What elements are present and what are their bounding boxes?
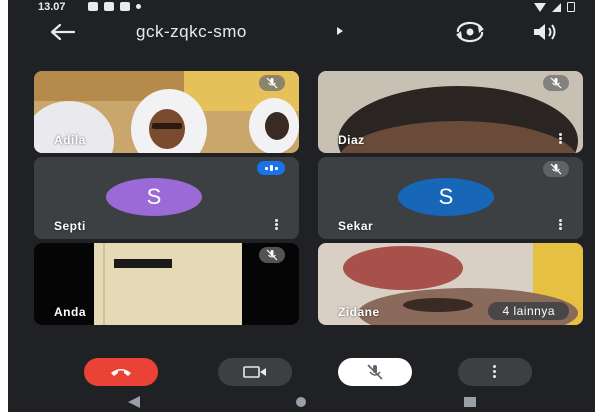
more-participants-button[interactable]: 4 lainnya <box>488 302 569 320</box>
cast-icon <box>88 2 98 11</box>
system-icons <box>534 2 575 12</box>
notification-icon <box>104 2 114 11</box>
more-vert-icon[interactable] <box>559 219 563 231</box>
notification-icons <box>88 2 141 11</box>
meeting-code[interactable]: gck-zqkc-smo <box>136 22 247 42</box>
meeting-header: gck-zqkc-smo <box>8 14 595 50</box>
participant-name: Diaz <box>338 133 365 147</box>
dot-icon <box>136 4 141 9</box>
participant-name: Adila <box>54 133 86 147</box>
battery-icon <box>567 2 575 12</box>
call-screen: 13.07 gck-zqkc-smo Adila Diaz S Septi S … <box>8 0 595 412</box>
mic-off-icon <box>259 247 285 263</box>
participant-name: Anda <box>54 305 86 319</box>
nav-recents-icon[interactable] <box>464 397 476 407</box>
speaking-indicator-icon <box>257 161 285 175</box>
status-time: 13.07 <box>38 1 66 13</box>
videocam-icon <box>243 366 266 378</box>
mic-off-icon <box>543 75 569 91</box>
more-vert-icon <box>493 365 497 379</box>
participant-name: Sekar <box>338 219 374 233</box>
navigation-bar <box>8 392 595 412</box>
wifi-icon <box>534 3 546 12</box>
signal-icon <box>552 3 561 12</box>
arrow-back-icon[interactable] <box>50 22 76 42</box>
speaker-icon[interactable] <box>531 21 559 43</box>
call-controls <box>8 358 595 388</box>
participant-tile[interactable]: S Septi <box>34 157 299 239</box>
more-vert-icon[interactable] <box>275 219 279 231</box>
avatar: S <box>106 178 202 216</box>
nav-home-icon[interactable] <box>296 397 306 407</box>
status-bar: 13.07 <box>8 0 595 14</box>
participant-name: Zidane <box>338 305 380 319</box>
participant-tile[interactable]: Anda <box>34 243 299 325</box>
participant-tile[interactable]: Adila <box>34 71 299 153</box>
camera-toggle-button[interactable] <box>218 358 292 386</box>
participant-tile[interactable]: Diaz <box>318 71 583 153</box>
mic-off-icon <box>543 161 569 177</box>
call-end-icon <box>111 369 131 376</box>
mic-toggle-button[interactable] <box>338 358 412 386</box>
app-icon <box>120 2 130 11</box>
participant-tile[interactable]: Zidane 4 lainnya <box>318 243 583 325</box>
mic-off-icon <box>367 364 383 380</box>
system-navigation <box>128 396 476 408</box>
nav-back-icon[interactable] <box>128 396 140 408</box>
chevron-right-icon[interactable] <box>337 27 343 35</box>
more-options-button[interactable] <box>458 358 532 386</box>
mic-off-icon <box>259 75 285 91</box>
participant-name: Septi <box>54 219 86 233</box>
avatar: S <box>398 178 494 216</box>
end-call-button[interactable] <box>84 358 158 386</box>
more-vert-icon[interactable] <box>559 133 563 145</box>
switch-camera-icon[interactable] <box>454 20 486 44</box>
participant-tile[interactable]: S Sekar <box>318 157 583 239</box>
